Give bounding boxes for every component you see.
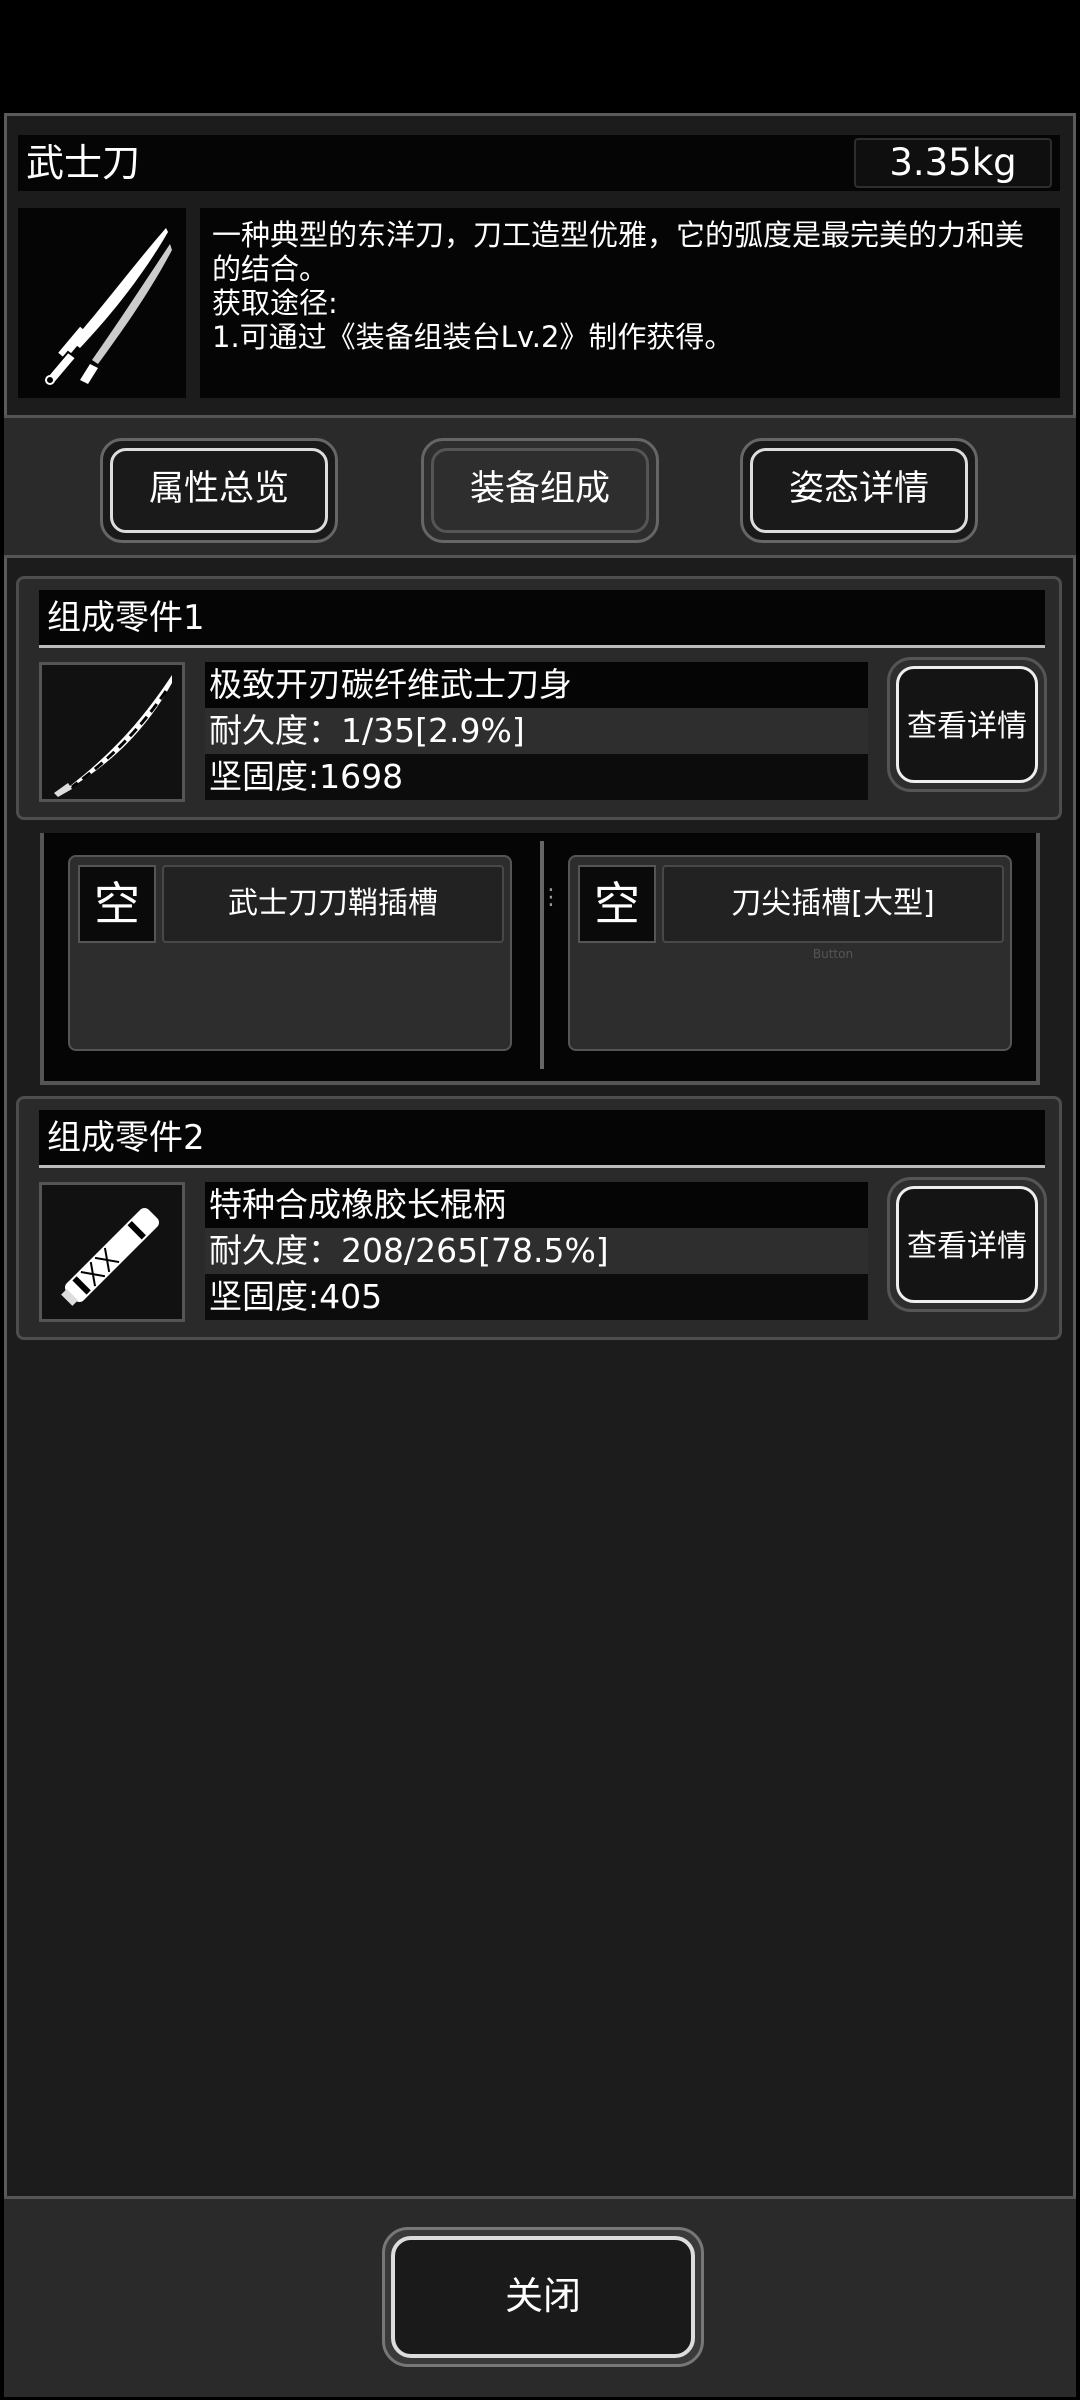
footer-bar: 关闭 bbox=[4, 2196, 1076, 2397]
description-line: 的结合。 bbox=[212, 252, 329, 286]
slot-status: 空 bbox=[78, 865, 156, 943]
slot-status: 空 bbox=[578, 865, 656, 943]
part-header: 组成零件2 bbox=[39, 1110, 1045, 1168]
part-info: 极致开刃碳纤维武士刀身 耐久度：1/35[2.9%] 坚固度:1698 bbox=[205, 662, 868, 802]
slot-scabbard[interactable]: 空 武士刀刀鞘插槽 bbox=[68, 855, 512, 1051]
description-line: 获取途径: bbox=[212, 286, 338, 320]
handle-icon bbox=[61, 1207, 160, 1306]
close-button[interactable]: 关闭 bbox=[382, 2227, 704, 2367]
part-card-1: 组成零件1 极致开刃碳纤维武士刀身 耐久度：1/35[2.9%] 坚固度:169… bbox=[16, 576, 1062, 820]
slot-container: 空 武士刀刀鞘插槽 ⋮ 空 刀尖插槽[大型] Button bbox=[40, 833, 1040, 1085]
item-image bbox=[18, 208, 186, 398]
slot-divider bbox=[540, 841, 544, 1069]
tab-attribute-overview[interactable]: 属性总览 bbox=[100, 438, 338, 543]
slot-name: 武士刀刀鞘插槽 bbox=[162, 865, 504, 943]
part-firmness: 坚固度:405 bbox=[205, 1274, 868, 1320]
part-image bbox=[39, 662, 185, 802]
item-weight: 3.35kg bbox=[854, 138, 1052, 188]
part-card-2: 组成零件2 特种合成橡胶长棍柄 耐久度：208/265[78.5%] 坚固度:4… bbox=[16, 1096, 1062, 1340]
view-details-button[interactable]: 查看详情 bbox=[887, 1177, 1047, 1312]
katana-icon bbox=[44, 228, 172, 386]
item-name: 武士刀 bbox=[26, 141, 141, 185]
description-line: 一种典型的东洋刀，刀工造型优雅，它的弧度是最完美的力和美 bbox=[212, 218, 1025, 252]
tab-stance-details[interactable]: 姿态详情 bbox=[740, 438, 978, 543]
part-name: 特种合成橡胶长棍柄 bbox=[205, 1182, 868, 1228]
description-line: 1.可通过《装备组装台Lv.2》制作获得。 bbox=[212, 320, 734, 354]
slot-tip-large[interactable]: 空 刀尖插槽[大型] Button bbox=[568, 855, 1012, 1051]
item-description: 一种典型的东洋刀，刀工造型优雅，它的弧度是最完美的力和美 的结合。 获取途径: … bbox=[200, 208, 1060, 398]
part-durability: 耐久度：1/35[2.9%] bbox=[205, 708, 868, 754]
part-image bbox=[39, 1182, 185, 1322]
part-durability: 耐久度：208/265[78.5%] bbox=[205, 1228, 868, 1274]
part-name: 极致开刃碳纤维武士刀身 bbox=[205, 662, 868, 708]
blade-icon bbox=[54, 675, 172, 797]
tab-equipment-composition[interactable]: 装备组成 bbox=[421, 438, 659, 543]
part-firmness: 坚固度:1698 bbox=[205, 754, 868, 800]
view-details-button[interactable]: 查看详情 bbox=[887, 657, 1047, 792]
divider-marker: ⋮ bbox=[540, 885, 562, 910]
part-info: 特种合成橡胶长棍柄 耐久度：208/265[78.5%] 坚固度:405 bbox=[205, 1182, 868, 1322]
tab-bar: 属性总览 装备组成 姿态详情 bbox=[4, 415, 1076, 558]
item-title-bar: 武士刀 3.35kg bbox=[18, 135, 1060, 191]
part-header: 组成零件1 bbox=[39, 590, 1045, 648]
slot-ghost-label: Button bbox=[812, 947, 854, 961]
slot-name: 刀尖插槽[大型] bbox=[662, 865, 1004, 943]
